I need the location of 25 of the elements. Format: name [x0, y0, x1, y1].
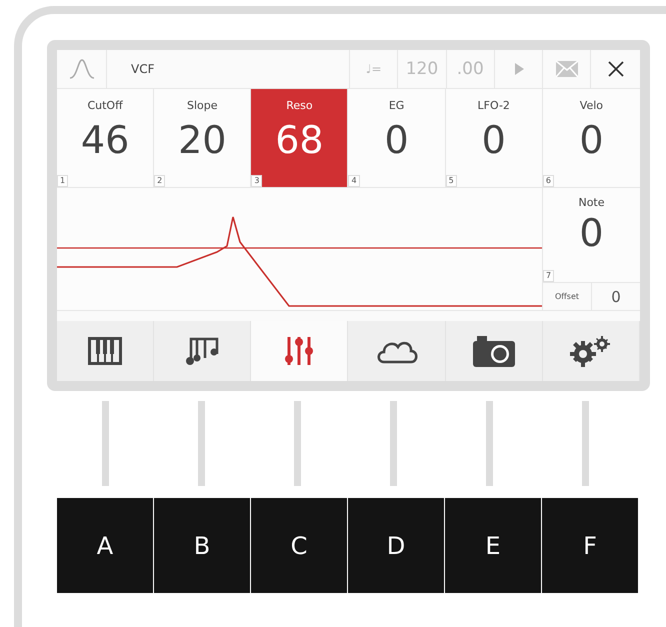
camera-icon [472, 335, 515, 367]
parameter-tile[interactable]: CutOff 46 1 [57, 89, 154, 187]
parameter-tile[interactable]: Reso 68 3 [251, 89, 348, 187]
sliders-icon [284, 335, 314, 367]
offset-label: Offset [543, 283, 592, 310]
offset-value[interactable]: 0 [592, 283, 640, 310]
callout-label: C [251, 498, 347, 593]
music-notes-icon [185, 336, 220, 366]
callout-label: E [445, 498, 541, 593]
parameter-tile[interactable]: Slope 20 2 [154, 89, 252, 187]
tempo-value: 120 [406, 59, 438, 79]
callout-label: D [348, 498, 444, 593]
window-title: VCF [131, 62, 154, 76]
callout-label: A [57, 498, 153, 593]
callout-label: B [154, 498, 250, 593]
close-icon[interactable] [608, 61, 624, 77]
tempo-fraction: .00 [456, 59, 484, 79]
piano-keys-icon [88, 337, 122, 365]
callout-label: F [542, 498, 638, 593]
tempo-label: ♩= [366, 62, 382, 76]
parameter-tile[interactable]: EG 0 4 [348, 89, 446, 187]
gears-icon [568, 335, 613, 367]
tab[interactable] [251, 321, 348, 381]
parameter-tile[interactable]: LFO-2 0 5 [446, 89, 543, 187]
filter-curve-icon [68, 59, 94, 79]
